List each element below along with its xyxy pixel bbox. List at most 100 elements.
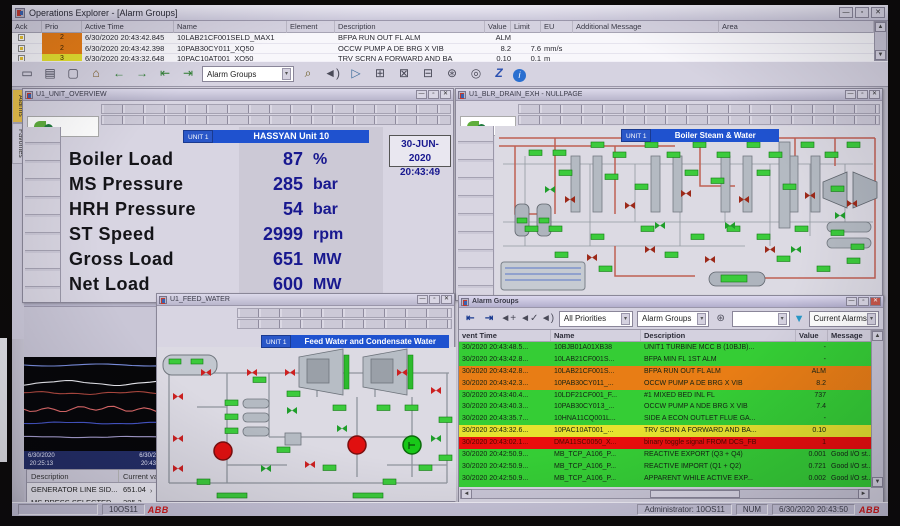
announce-icon[interactable]: ◄)	[540, 311, 555, 327]
display-icon[interactable]: ▭	[18, 65, 36, 83]
nav-buttons-column[interactable]	[25, 127, 61, 302]
search-icon[interactable]: ⌕	[299, 65, 317, 83]
display-selector[interactable]: Alarm Groups ▾	[202, 66, 294, 82]
priority-filter[interactable]: All Priorities ▾	[559, 311, 633, 327]
home-icon[interactable]: ⌂	[87, 65, 105, 83]
chevron-down-icon[interactable]: ▾	[621, 313, 630, 325]
feedwater-title-bar[interactable]: U1_FEED_WATER — ▫ ✕	[157, 294, 454, 306]
scroll-right-icon[interactable]: ►	[858, 489, 869, 499]
alarm-row[interactable]: 30/2020 20:43:42.8... 10LAB21CF001S... B…	[459, 366, 871, 378]
close-icon[interactable]: ✕	[869, 90, 880, 99]
ack-icon[interactable]	[18, 34, 25, 41]
close-icon[interactable]: ✕	[441, 295, 452, 304]
alarm-groups-hscrollbar[interactable]: ◄ ►	[460, 489, 870, 499]
scroll-left-icon[interactable]: ◄	[461, 489, 472, 499]
minimize-icon[interactable]: —	[839, 7, 853, 18]
unit-overview-title-bar[interactable]: U1_UNIT_OVERVIEW — ▫ ✕	[23, 89, 453, 101]
scrollbar-thumb[interactable]	[650, 490, 740, 498]
clock-icon[interactable]: ◎	[467, 65, 485, 83]
maximize-icon[interactable]: ▫	[858, 297, 869, 306]
feedwater-diagram[interactable]	[157, 347, 456, 501]
maximize-icon[interactable]: ▫	[429, 295, 440, 304]
display-shortcut-buttons-row1[interactable]	[101, 104, 451, 114]
group-filter[interactable]: Alarm Groups ▾	[637, 311, 709, 327]
alarm-row[interactable]: 30/2020 20:42:50.9... MB_TCP_A106_P... A…	[459, 473, 871, 485]
scroll-right-icon[interactable]: ›	[150, 488, 152, 495]
display-shortcut-buttons-row1[interactable]	[518, 104, 880, 114]
minimize-icon[interactable]: —	[845, 90, 856, 99]
close-icon[interactable]: ✕	[440, 90, 451, 99]
alarm-description: #1 MIXED BED INL FL	[641, 390, 796, 402]
alarm-row[interactable]: 30/2020 20:42:50.9... MB_TCP_A106_P... R…	[459, 461, 871, 473]
transfer-icon[interactable]: ⊠	[395, 65, 413, 83]
database-icon[interactable]: ⊟	[419, 65, 437, 83]
back-icon[interactable]: ←	[110, 65, 128, 83]
alarm-row[interactable]: 30/2020 20:43:35.7... 10HNA11CQ001L... S…	[459, 413, 871, 425]
maximize-icon[interactable]: ▫	[855, 7, 869, 18]
acknowledge-page-icon[interactable]: ▷	[347, 65, 365, 83]
settings-icon[interactable]: ⊛	[713, 311, 728, 327]
alarm-row[interactable]: 30/2020 20:43:42.8... 10LAB21CF001S... B…	[459, 354, 871, 366]
info-icon[interactable]: i	[513, 69, 526, 82]
alarm-groups-vscrollbar[interactable]: ▲ ▼	[871, 330, 884, 488]
display-shortcut-buttons-row2[interactable]	[101, 115, 451, 125]
alarm-groups-title-bar[interactable]: Alarm Groups — ▫ ✕	[459, 296, 883, 308]
horn-ack-icon[interactable]: ◄+	[500, 311, 516, 327]
alarm-row[interactable]: 30/2020 20:43:42.3... 10PAB30CY011_... O…	[459, 378, 871, 390]
chevron-down-icon[interactable]: ▾	[282, 68, 291, 80]
alarm-description: REACTIVE IMPORT (Q1 + Q2)	[641, 461, 796, 473]
scroll-up-icon[interactable]: ▲	[872, 331, 883, 341]
alarm-summary-row[interactable]: 2 6/30/2020 20:43:42.398 10PAB30CY011_XQ…	[12, 44, 874, 55]
alarm-band-scrollbar[interactable]: ▲ ▼	[874, 21, 887, 61]
display-shortcut-buttons-row1[interactable]	[237, 308, 452, 318]
main-title-bar[interactable]: Operations Explorer - [Alarm Groups] — ▫…	[12, 5, 888, 21]
alarm-row[interactable]: 30/2020 20:43:40.4... 10LDF21CF001_F... …	[459, 390, 871, 402]
filter-funnel-icon[interactable]: ▼	[794, 313, 805, 325]
chevron-down-icon[interactable]: ▾	[867, 313, 876, 325]
alarm-row[interactable]: 30/2020 20:43:48.5... 10BJB01A01XB38 UNI…	[459, 342, 871, 354]
alarm-row[interactable]: 30/2020 20:42:50.9... MB_TCP_A106_P... R…	[459, 449, 871, 461]
trend-table-row[interactable]: GENERATOR LINE SID... 651.04	[27, 483, 167, 496]
display-shortcut-buttons-row2[interactable]	[518, 115, 880, 125]
trend-chart[interactable]	[24, 357, 162, 451]
alarm-summary-row[interactable]: 2 6/30/2020 20:43:42.845 10LAB21CF001SEL…	[12, 33, 874, 44]
first-page-icon[interactable]: ⇤	[463, 311, 478, 327]
chevron-down-icon[interactable]: ▾	[697, 313, 706, 325]
minimize-icon[interactable]: —	[416, 90, 427, 99]
alarm-row[interactable]: 30/2020 20:43:32.6... 10PAC10AT001_... T…	[459, 425, 871, 437]
status-datetime: 6/30/2020 20:43:50	[772, 504, 855, 515]
scroll-down-icon[interactable]: ▼	[875, 50, 886, 60]
nav-buttons-column[interactable]	[458, 126, 494, 299]
alarm-row[interactable]: 30/2020 20:43:40.3... 10PAB30CY013_... O…	[459, 401, 871, 413]
new-page-icon[interactable]: ▢	[64, 65, 82, 83]
horn-silence-icon[interactable]: ◄✓	[520, 311, 536, 327]
close-icon[interactable]: ✕	[870, 297, 881, 306]
alarm-row[interactable]: 30/2020 20:42:50.9... MB_TCP_A106_P... A…	[459, 485, 871, 487]
forward-icon[interactable]: →	[133, 65, 151, 83]
network-icon[interactable]: ⊞	[371, 65, 389, 83]
view-selector[interactable]: Current Alarms ▾	[809, 311, 879, 327]
minimize-icon[interactable]: —	[417, 295, 428, 304]
display-shortcut-buttons-row2[interactable]	[237, 319, 452, 329]
z-order-icon[interactable]: Z	[490, 65, 508, 83]
alarm-description: OCCW PUMP A DE BRG X VIB	[335, 44, 485, 55]
print-icon[interactable]: ▤	[41, 65, 59, 83]
maximize-icon[interactable]: ▫	[428, 90, 439, 99]
feedwater-banner: UNIT 1 Feed Water and Condensate Water	[261, 335, 449, 348]
close-icon[interactable]: ✕	[871, 7, 885, 18]
chevron-down-icon[interactable]: ▾	[778, 313, 787, 325]
archive-icon[interactable]: ⊛	[443, 65, 461, 83]
alarm-row[interactable]: 30/2020 20:43:02.1... DMA11SC0050_X... b…	[459, 437, 871, 449]
alarm-horn-icon[interactable]: ◄)	[323, 65, 341, 83]
maximize-icon[interactable]: ▫	[857, 90, 868, 99]
scroll-up-icon[interactable]: ▲	[875, 22, 886, 32]
last-display-icon[interactable]: ⇥	[179, 65, 197, 83]
boiler-steam-water-diagram[interactable]	[495, 126, 881, 299]
first-display-icon[interactable]: ⇤	[156, 65, 174, 83]
minimize-icon[interactable]: —	[846, 297, 857, 306]
ack-icon[interactable]	[18, 45, 25, 52]
last-page-icon[interactable]: ⇥	[482, 311, 497, 327]
search-filter[interactable]: ▾	[732, 311, 790, 327]
scroll-down-icon[interactable]: ▼	[872, 477, 883, 487]
boiler-title-bar[interactable]: U1_BLR_DRAIN_EXH - NULLPAGE — ▫ ✕	[456, 89, 882, 101]
